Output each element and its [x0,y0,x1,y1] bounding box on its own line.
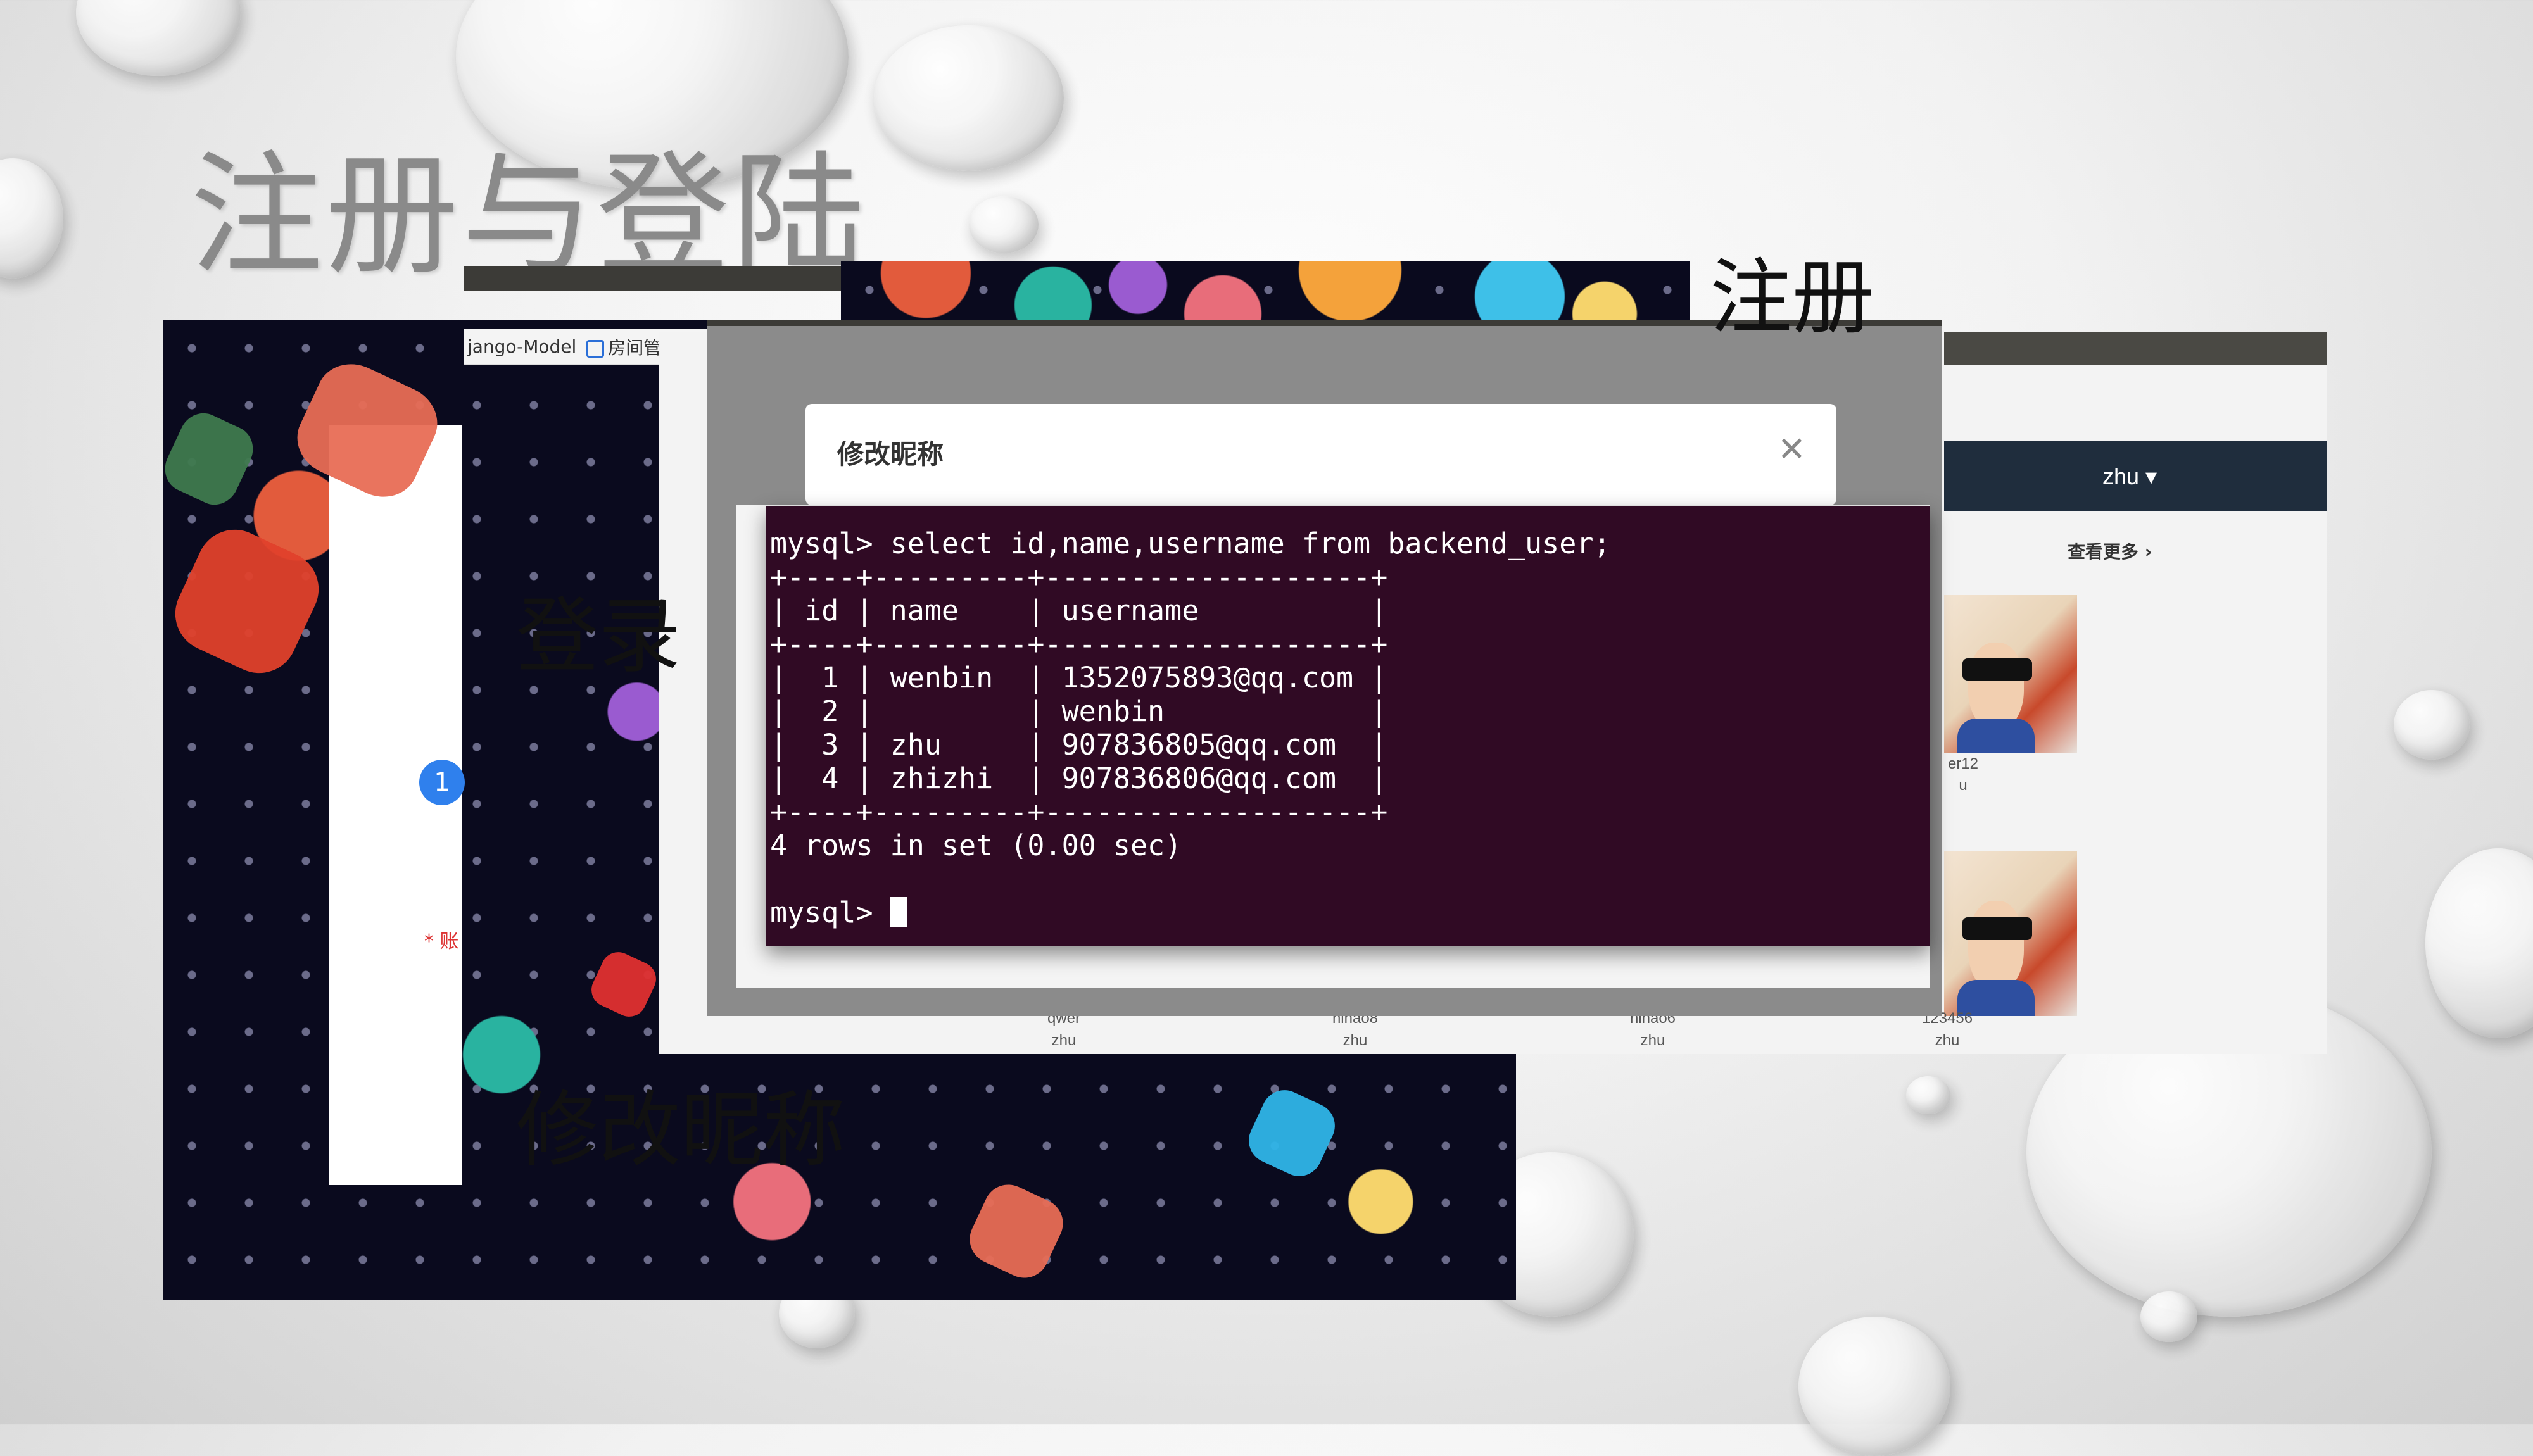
side-card-title: er12 [1947,755,1979,772]
table-row: | 2 | | wenbin | [770,694,1388,728]
bookmark-icon [586,339,605,358]
text-cursor [890,897,907,927]
table-row: | 4 | zhizhi | 907836806@qq.com | [770,762,1388,795]
browser-titlebar [464,266,843,291]
table-border-top: +----+---------+-------------------+ [770,560,1388,594]
avatar-image [1944,595,2077,753]
label-register: 注册 [1710,249,1875,346]
card-user: zhu [1342,1032,1368,1049]
galaxy-strip [841,261,1690,320]
account-field-label: * 账 [424,931,459,953]
card-user: zhu [1051,1032,1077,1049]
see-more-link[interactable]: 查看更多 › [2068,538,2152,563]
rename-modal: 修改昵称 ✕ [805,404,1836,505]
mysql-prompt-line: mysql> [770,896,1930,929]
water-drop [2425,848,2533,1038]
card-user: zhu [1935,1032,1960,1049]
water-drop [2140,1291,2197,1342]
result-summary: 4 rows in set (0.00 sec) [770,829,1182,862]
label-login: 登录 [516,588,681,684]
mysql-terminal[interactable]: mysql> select id,name,username from back… [766,506,1930,946]
blank-line [770,862,1930,896]
side-card-user: u [1959,777,1968,794]
water-drop [76,0,241,76]
terminal-command: mysql> select id,name,username from back… [770,527,1611,560]
bookmark-django[interactable]: jango-Model [467,336,576,357]
water-drop [874,25,1064,171]
login-form-panel: 1 * 账 [329,425,465,1185]
water-drop [1798,1317,1950,1456]
site-header: zhu ▾ [1944,441,2327,511]
avatar-image [1944,851,2077,1016]
card-user: zhu [1640,1032,1665,1049]
site-titlebar [1944,332,2327,365]
table-row: | 1 | wenbin | 1352075893@qq.com | [770,661,1388,694]
table-header-row: | id | name | username | [770,594,1388,627]
water-drop [2394,690,2470,760]
water-drop [1906,1076,1950,1114]
table-border-bottom: +----+---------+-------------------+ [770,795,1388,829]
modal-title: 修改昵称 [837,439,944,470]
user-menu[interactable]: zhu ▾ [2102,463,2157,490]
table-row: | 3 | zhu | 907836805@qq.com | [770,728,1388,762]
label-rename: 修改昵称 [516,1082,846,1178]
water-drop [0,158,63,279]
water-drop [969,196,1039,253]
step-badge: 1 [419,760,465,805]
close-icon[interactable]: ✕ [1778,429,1806,469]
mysql-prompt: mysql> [770,896,890,929]
table-border-mid: +----+---------+-------------------+ [770,627,1388,661]
